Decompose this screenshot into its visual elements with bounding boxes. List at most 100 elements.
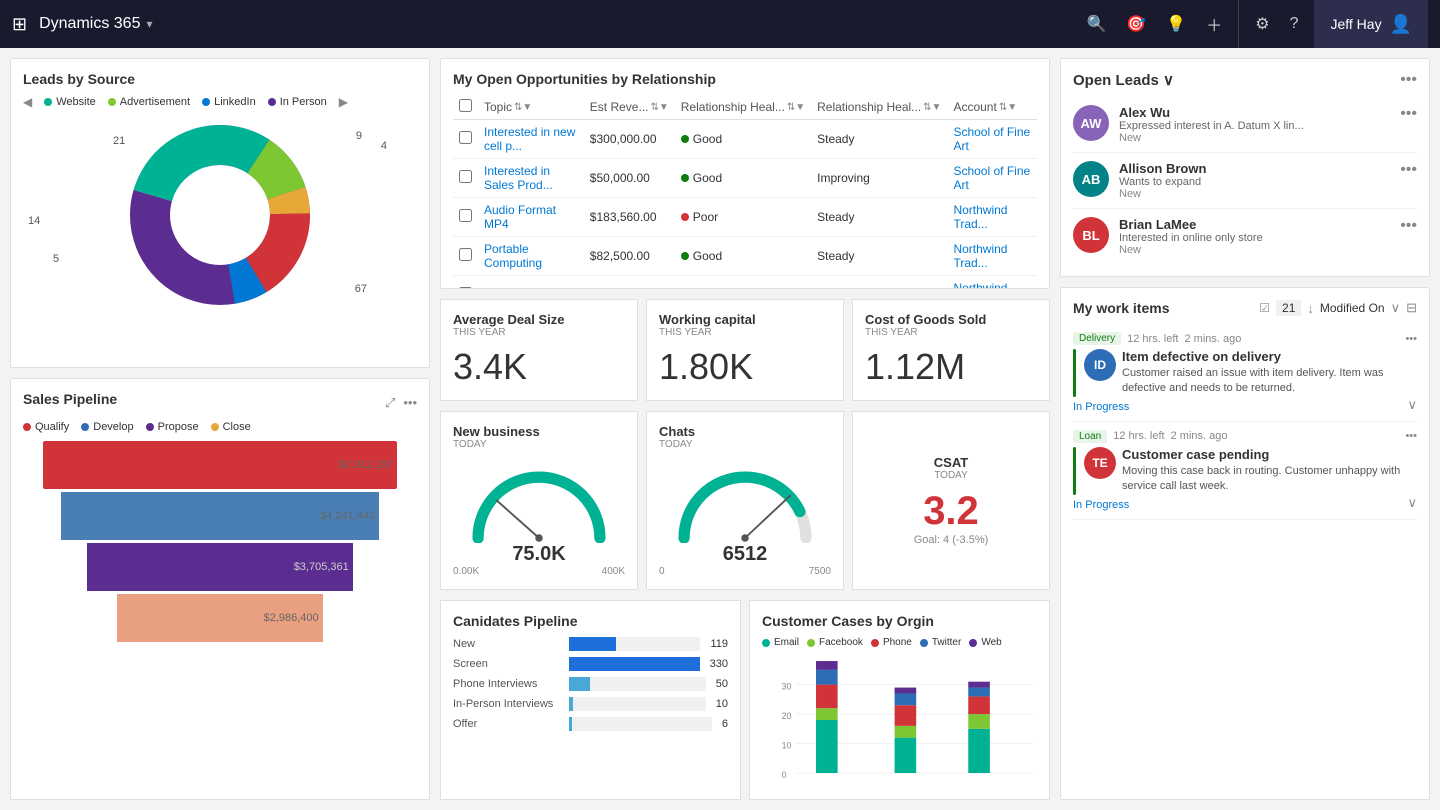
new-business-range: 0.00K 400K bbox=[453, 566, 625, 577]
row-checkbox-5[interactable] bbox=[459, 287, 472, 289]
leads-panel-title: Leads by Source bbox=[23, 71, 417, 87]
lead-desc-3: Interested in online only store bbox=[1119, 232, 1390, 244]
revenue-1: $300,000.00 bbox=[584, 120, 675, 159]
y-label-10: 10 bbox=[782, 740, 792, 750]
sort-icon[interactable]: ⇅▼ bbox=[514, 102, 532, 113]
account-sort[interactable]: ⇅▼ bbox=[999, 102, 1017, 113]
lead-name-2[interactable]: Allison Brown bbox=[1119, 161, 1390, 176]
legend-prev[interactable]: ◀ bbox=[23, 95, 32, 109]
more-icon[interactable]: ••• bbox=[403, 395, 417, 411]
csat-goal: Goal: 4 (-3.5%) bbox=[914, 534, 989, 546]
expand-icon-1[interactable]: ∨ bbox=[1407, 397, 1417, 413]
work-desc-1: Customer raised an issue with item deliv… bbox=[1122, 366, 1417, 397]
table-row: Interested in new cell p... $300,000.00 … bbox=[453, 120, 1037, 159]
row-checkbox-3[interactable] bbox=[459, 209, 472, 222]
open-leads-more[interactable]: ••• bbox=[1400, 71, 1417, 89]
health-dot-4 bbox=[681, 252, 689, 260]
apps-grid-icon[interactable]: ⊞ bbox=[12, 14, 27, 35]
revenue-sort[interactable]: ⇅▼ bbox=[650, 102, 668, 113]
revenue-3: $183,560.00 bbox=[584, 198, 675, 237]
legend-advertisement: Advertisement bbox=[108, 96, 190, 108]
lead-name-3[interactable]: Brian LaMee bbox=[1119, 217, 1390, 232]
account-link-2[interactable]: School of Fine Art bbox=[953, 164, 1030, 192]
g2-twitter bbox=[895, 693, 917, 705]
user-avatar-icon: 👤 bbox=[1390, 14, 1412, 35]
label-67: 67 bbox=[355, 283, 367, 295]
work-status-1: In Progress bbox=[1073, 401, 1129, 413]
lead-name-1[interactable]: Alex Wu bbox=[1119, 105, 1390, 120]
bulb-icon[interactable]: 💡 bbox=[1166, 14, 1186, 34]
user-name: Jeff Hay bbox=[1330, 16, 1381, 32]
work-item-more-2[interactable]: ••• bbox=[1405, 430, 1417, 442]
sort-chevron[interactable]: ∨ bbox=[1391, 300, 1401, 316]
trend-2: Improving bbox=[811, 159, 947, 198]
settings-icon[interactable]: ⚙ bbox=[1255, 14, 1269, 34]
label-5: 5 bbox=[53, 253, 59, 265]
col-revenue: Est Reve... ⇅▼ bbox=[584, 95, 675, 120]
open-leads-chevron: ∨ bbox=[1163, 72, 1174, 89]
relhealth2-sort[interactable]: ⇅▼ bbox=[923, 102, 941, 113]
help-icon[interactable]: ? bbox=[1290, 15, 1299, 33]
g2-facebook bbox=[895, 726, 917, 738]
sort-label[interactable]: Modified On bbox=[1320, 301, 1385, 315]
legend-next[interactable]: ▶ bbox=[339, 95, 348, 109]
lead-more-2[interactable]: ••• bbox=[1400, 161, 1417, 179]
legend-website: Website bbox=[44, 96, 96, 108]
lead-info-3: Brian LaMee Interested in online only st… bbox=[1119, 217, 1390, 256]
label-9: 9 bbox=[356, 130, 362, 142]
account-link-5[interactable]: Northwind Trad... bbox=[953, 281, 1007, 289]
topic-link-3[interactable]: Audio Format MP4 bbox=[484, 203, 556, 231]
legend-web: Web bbox=[969, 637, 1001, 648]
qualify-bar: $2,911,187 bbox=[43, 441, 397, 489]
trend-3: Steady bbox=[811, 198, 947, 237]
plus-icon[interactable]: ＋ bbox=[1206, 12, 1222, 36]
expand-icon-2[interactable]: ∨ bbox=[1407, 495, 1417, 511]
gauge-max-2: 7500 bbox=[809, 566, 831, 577]
topic-link-5[interactable]: Audio Format bbox=[484, 288, 556, 289]
new-business-gauge: 75.0K 0.00K 400K bbox=[453, 458, 625, 577]
bar-track-offer bbox=[569, 717, 712, 731]
lead-item-2: AB Allison Brown Wants to expand New ••• bbox=[1073, 153, 1417, 209]
bar-track-screen bbox=[569, 657, 700, 671]
g2-email bbox=[895, 738, 917, 773]
funnel-bar-qualify: $2,911,187 bbox=[43, 441, 397, 489]
propose-dot bbox=[146, 423, 154, 431]
revenue-4: $82,500.00 bbox=[584, 237, 675, 276]
gauge-min-1: 0.00K bbox=[453, 566, 479, 577]
lead-more-1[interactable]: ••• bbox=[1400, 105, 1417, 123]
row-checkbox-4[interactable] bbox=[459, 248, 472, 261]
account-link-3[interactable]: Northwind Trad... bbox=[953, 203, 1007, 231]
funnel-chart: $2,911,187 $4,241,442 $3,705,361 $2,986,… bbox=[23, 441, 417, 642]
bar-label-phone: Phone Interviews bbox=[453, 678, 563, 690]
user-menu[interactable]: Jeff Hay 👤 bbox=[1314, 0, 1428, 48]
work-time-1: 12 hrs. left bbox=[1127, 333, 1178, 345]
view-options-icon[interactable]: ⊟ bbox=[1406, 300, 1417, 316]
row-checkbox-2[interactable] bbox=[459, 170, 472, 183]
work-item-more-1[interactable]: ••• bbox=[1405, 333, 1417, 345]
trend-5: Improving bbox=[811, 276, 947, 290]
qualify-legend: Qualify bbox=[23, 421, 69, 433]
chevron-icon[interactable]: ▾ bbox=[146, 17, 152, 31]
topic-link-2[interactable]: Interested in Sales Prod... bbox=[484, 164, 553, 192]
target-icon[interactable]: 🎯 bbox=[1126, 14, 1146, 34]
select-all-checkbox[interactable] bbox=[459, 99, 472, 112]
topic-link-4[interactable]: Portable Computing bbox=[484, 242, 542, 270]
row-checkbox-1[interactable] bbox=[459, 131, 472, 144]
account-link-1[interactable]: School of Fine Art bbox=[953, 125, 1030, 153]
lead-avatar-2: AB bbox=[1073, 161, 1109, 197]
relhealth1-sort[interactable]: ⇅▼ bbox=[787, 102, 805, 113]
lead-info-2: Allison Brown Wants to expand New bbox=[1119, 161, 1390, 200]
lead-more-3[interactable]: ••• bbox=[1400, 217, 1417, 235]
kpi-avg-deal-subtitle: THIS YEAR bbox=[453, 327, 625, 338]
expand-icon[interactable]: ⤢ bbox=[385, 395, 395, 411]
topic-link-1[interactable]: Interested in new cell p... bbox=[484, 125, 575, 153]
work-items-controls: ☑ 21 ↓ Modified On ∨ ⊟ bbox=[1259, 300, 1417, 316]
leads-legend: ◀ Website Advertisement LinkedIn In Pers… bbox=[23, 95, 417, 109]
account-link-4[interactable]: Northwind Trad... bbox=[953, 242, 1007, 270]
trend-1: Steady bbox=[811, 120, 947, 159]
funnel-bar-propose: $3,705,361 bbox=[87, 543, 353, 591]
table-row: Interested in Sales Prod... $50,000.00 G… bbox=[453, 159, 1037, 198]
open-leads-title[interactable]: Open Leads ∨ bbox=[1073, 71, 1174, 89]
search-icon[interactable]: 🔍 bbox=[1086, 14, 1106, 34]
develop-legend: Develop bbox=[81, 421, 133, 433]
